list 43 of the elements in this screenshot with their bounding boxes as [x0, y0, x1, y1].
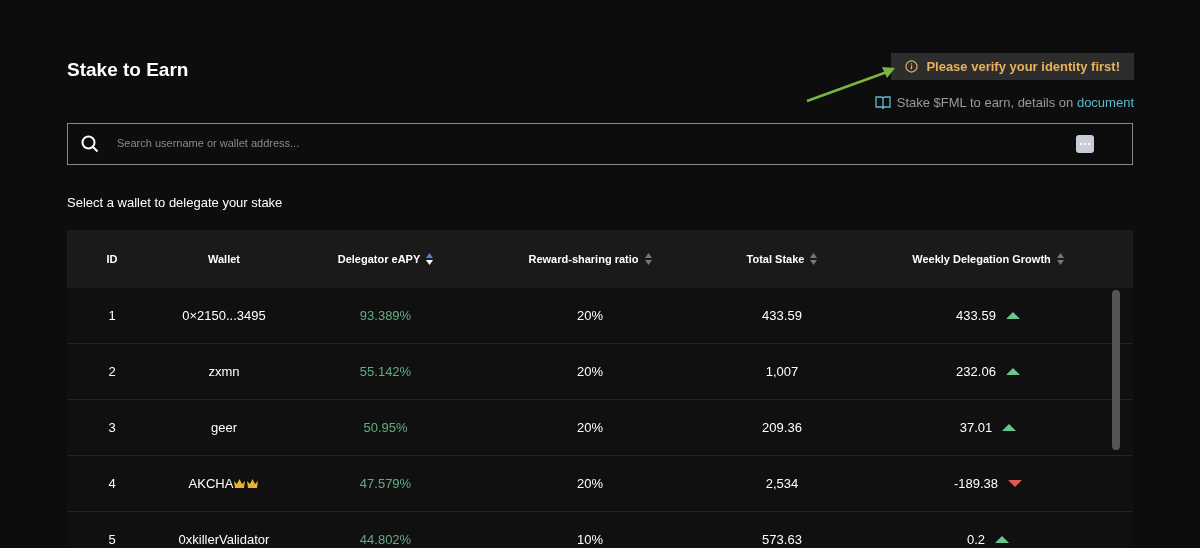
growth-cell-text: 232.06: [956, 362, 996, 381]
document-link[interactable]: document: [1076, 95, 1134, 110]
id-cell-text: 4: [108, 474, 116, 493]
column-header[interactable]: Total Stake: [746, 250, 805, 268]
search-field[interactable]: Search username or wallet address...: [67, 122, 1133, 165]
eapy-cell-text: 44.802%: [359, 530, 412, 548]
column-header[interactable]: Delegator eAPY: [337, 250, 421, 268]
wallet-cell-text: zxmn: [208, 362, 240, 381]
wallet-cell-text: AKCHA: [188, 474, 234, 493]
stake-cell-text: 2,534: [765, 474, 799, 493]
stake-cell-text: 1,007: [765, 362, 799, 381]
growth-cell-text: 0.2: [966, 530, 986, 548]
ratio-cell-text: 10%: [577, 530, 603, 548]
wallet-cell-text: 0xkillerValidator: [178, 530, 270, 548]
eapy-cell-text: 47.579%: [359, 474, 412, 493]
id-cell-text: 2: [108, 362, 116, 381]
column-header[interactable]: ID: [106, 250, 118, 268]
stake-cell-text: 209.36: [762, 418, 802, 437]
column-header[interactable]: Weekly Delegation Growth: [912, 250, 1051, 268]
ratio-cell-text: 20%: [577, 306, 603, 325]
wallet-cell-text: 0×2150...3495: [182, 306, 266, 325]
notice-text: Please verify your identity first!: [926, 57, 1120, 76]
id-cell-text: 5: [108, 530, 116, 548]
search-input[interactable]: Search username or wallet address...: [117, 135, 1076, 152]
page-title: Stake to Earn: [67, 58, 189, 82]
eapy-cell-text: 55.142%: [359, 362, 412, 381]
stake-cell-text: 573.63: [762, 530, 802, 548]
stake-cell-text: 433.59: [762, 306, 802, 325]
wallet-cell-text: geer: [211, 418, 237, 437]
eapy-cell-text: 50.95%: [363, 418, 408, 437]
ratio-cell-text: 20%: [577, 362, 603, 381]
column-header[interactable]: Wallet: [208, 250, 240, 268]
ratio-cell-text: 20%: [577, 418, 603, 437]
growth-cell-text: 37.01: [959, 418, 993, 437]
eapy-cell-text: 93.389%: [359, 306, 412, 325]
id-cell-text: 1: [108, 306, 116, 325]
growth-cell-text: -189.38: [953, 474, 999, 493]
growth-cell-text: 433.59: [956, 306, 996, 325]
column-header[interactable]: Reward-sharing ratio: [528, 250, 639, 268]
id-cell-text: 3: [108, 418, 116, 437]
ratio-cell-text: 20%: [577, 474, 603, 493]
info-text: Stake $FML to earn, details on: [896, 95, 1075, 110]
section-label: Select a wallet to delegate your stake: [67, 193, 284, 212]
